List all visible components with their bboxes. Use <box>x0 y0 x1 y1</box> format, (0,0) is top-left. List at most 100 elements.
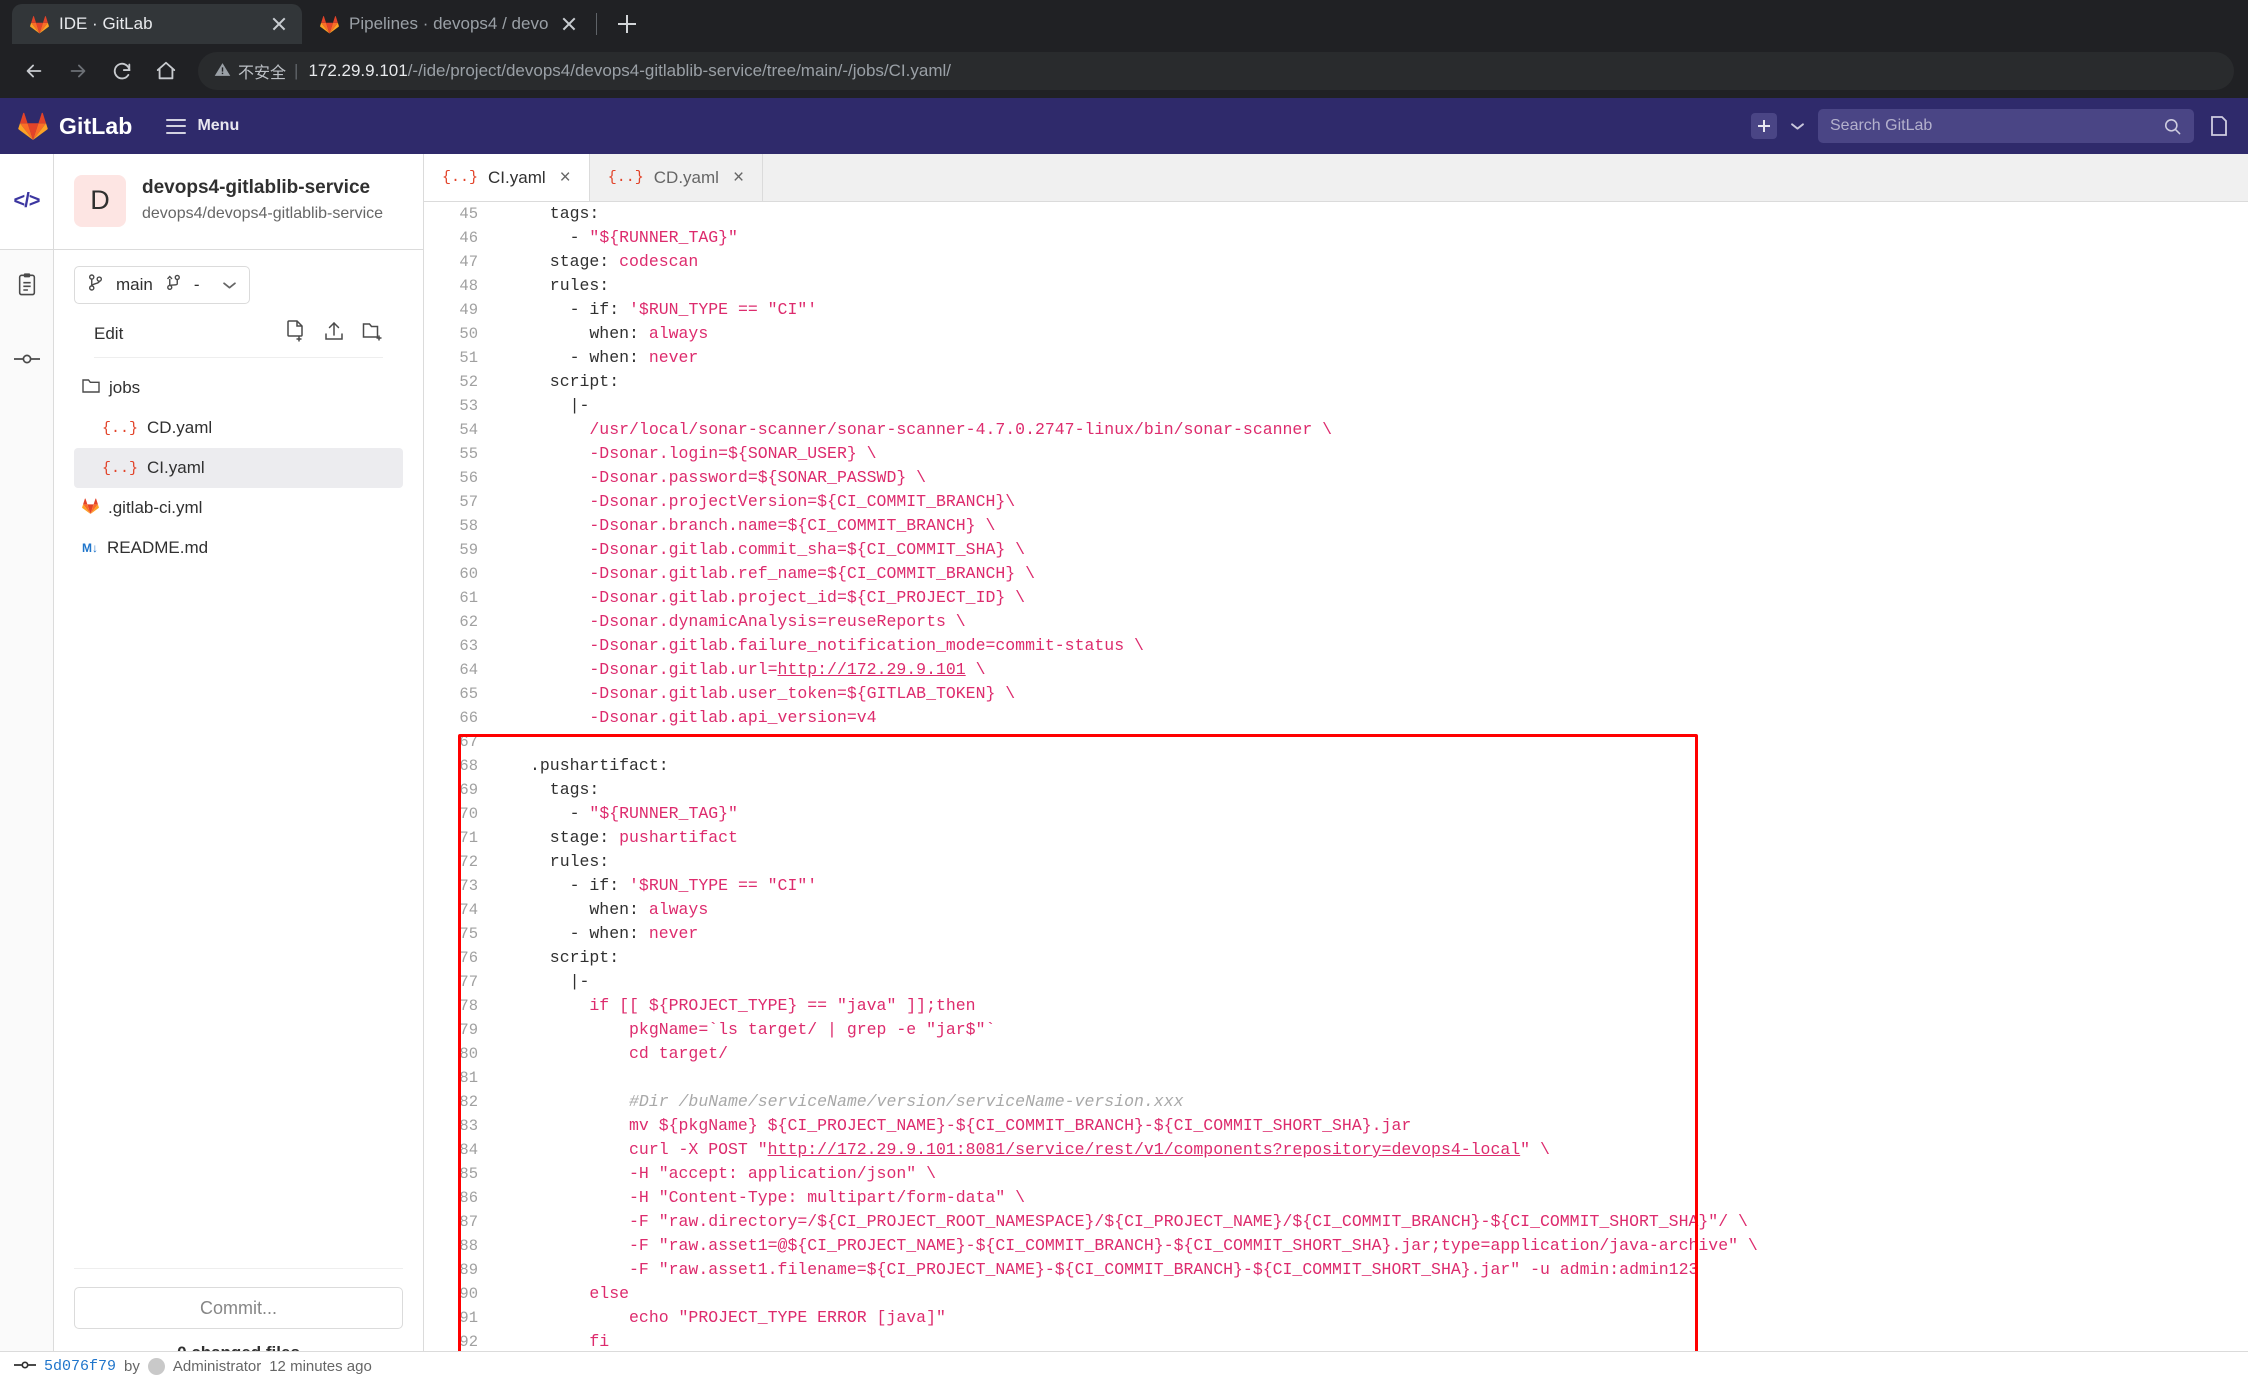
code-line[interactable]: 65 -Dsonar.gitlab.user_token=${GITLAB_TO… <box>424 682 2248 706</box>
code-token: if [[ ${PROJECT_TYPE} == "java" ]];then <box>530 996 976 1015</box>
close-icon[interactable] <box>558 13 580 35</box>
code-line[interactable]: 79 pkgName=`ls target/ | grep -e "jar$"` <box>424 1018 2248 1042</box>
code-line[interactable]: 91 echo "PROJECT_TYPE ERROR [java]" <box>424 1306 2248 1330</box>
chevron-down-icon[interactable] <box>1791 118 1804 134</box>
new-tab-button[interactable] <box>607 4 647 44</box>
code-line[interactable]: 50 when: always <box>424 322 2248 346</box>
activity-item-commit[interactable] <box>0 324 53 398</box>
line-number: 69 <box>459 781 478 799</box>
code-line[interactable]: 84 curl -X POST "http://172.29.9.101:808… <box>424 1138 2248 1162</box>
global-search[interactable] <box>1818 109 2194 143</box>
explorer-toolbar: Edit <box>94 314 383 358</box>
close-icon[interactable]: × <box>733 167 744 189</box>
tree-item-jobs[interactable]: jobs <box>74 368 403 408</box>
code-line[interactable]: 86 -H "Content-Type: multipart/form-data… <box>424 1186 2248 1210</box>
commit-sha[interactable]: 5d076f79 <box>44 1358 116 1375</box>
back-icon[interactable] <box>14 51 54 91</box>
code-line[interactable]: 56 -Dsonar.password=${SONAR_PASSWD} \ <box>424 466 2248 490</box>
code-line[interactable]: 60 -Dsonar.gitlab.ref_name=${CI_COMMIT_B… <box>424 562 2248 586</box>
code-token[interactable]: http://172.29.9.101 <box>778 660 966 679</box>
code-line[interactable]: 45 tags: <box>424 202 2248 226</box>
code-token[interactable]: http://172.29.9.101:8081/service/rest/v1… <box>768 1140 1521 1159</box>
browser-tab-pipelines[interactable]: Pipelines · devops4 / devops4- <box>302 4 592 44</box>
code-line[interactable]: 90 else <box>424 1282 2248 1306</box>
upload-file-icon[interactable] <box>324 320 344 347</box>
close-icon[interactable]: × <box>560 167 571 189</box>
code-line[interactable]: 83 mv ${pkgName} ${CI_PROJECT_NAME}-${CI… <box>424 1114 2248 1138</box>
code-line[interactable]: 70 - "${RUNNER_TAG}" <box>424 802 2248 826</box>
code-line[interactable]: 87 -F "raw.directory=/${CI_PROJECT_ROOT_… <box>424 1210 2248 1234</box>
code-line[interactable]: 69 tags: <box>424 778 2248 802</box>
new-directory-icon[interactable] <box>362 320 383 347</box>
activity-item-edit[interactable]: </> <box>0 154 53 250</box>
line-number: 86 <box>459 1189 478 1207</box>
code-line[interactable]: 77 |- <box>424 970 2248 994</box>
toggle-panel-icon[interactable] <box>2208 114 2230 138</box>
code-line[interactable]: 73 - if: '$RUN_TYPE == "CI"' <box>424 874 2248 898</box>
code-token: never <box>648 924 699 943</box>
tree-item-gitlab-ci-yml[interactable]: .gitlab-ci.yml <box>74 488 403 528</box>
reload-icon[interactable] <box>102 51 142 91</box>
chevron-down-icon[interactable] <box>223 278 236 293</box>
code-line[interactable]: 78 if [[ ${PROJECT_TYPE} == "java" ]];th… <box>424 994 2248 1018</box>
code-line[interactable]: 68 .pushartifact: <box>424 754 2248 778</box>
code-token: script: <box>530 372 620 391</box>
commit-button[interactable]: Commit... <box>74 1287 403 1329</box>
code-line[interactable]: 63 -Dsonar.gitlab.failure_notification_m… <box>424 634 2248 658</box>
home-icon[interactable] <box>146 51 186 91</box>
code-editor[interactable]: 45 tags: 46 - "${RUNNER_TAG}" 47 stage: co… <box>424 202 2248 1381</box>
activity-item-review[interactable] <box>0 250 53 324</box>
line-text: when: always <box>496 322 708 346</box>
code-line[interactable]: 66 -Dsonar.gitlab.api_version=v4 <box>424 706 2248 730</box>
code-line[interactable]: 82 #Dir /buName/serviceName/version/serv… <box>424 1090 2248 1114</box>
tree-item-cd-yaml[interactable]: {..} CD.yaml <box>74 408 403 448</box>
browser-tab-ide-gitlab[interactable]: IDE · GitLab <box>12 4 302 44</box>
search-input[interactable] <box>1830 117 2163 135</box>
code-scroll-container[interactable]: 45 tags: 46 - "${RUNNER_TAG}" 47 stage: co… <box>424 202 2248 1381</box>
code-line[interactable]: 88 -F "raw.asset1=@${CI_PROJECT_NAME}-${… <box>424 1234 2248 1258</box>
code-line[interactable]: 58 -Dsonar.branch.name=${CI_COMMIT_BRANC… <box>424 514 2248 538</box>
create-new-button[interactable] <box>1751 113 1777 139</box>
forward-icon[interactable] <box>58 51 98 91</box>
gitlab-home-link[interactable]: GitLab <box>18 112 132 140</box>
code-line[interactable]: 61 -Dsonar.gitlab.project_id=${CI_PROJEC… <box>424 586 2248 610</box>
code-line[interactable]: 46 - "${RUNNER_TAG}" <box>424 226 2248 250</box>
line-text: -H "Content-Type: multipart/form-data" \ <box>496 1186 1025 1210</box>
code-line[interactable]: 57 -Dsonar.projectVersion=${CI_COMMIT_BR… <box>424 490 2248 514</box>
new-file-icon[interactable] <box>286 320 306 347</box>
code-line[interactable]: 47 stage: codescan <box>424 250 2248 274</box>
line-text: echo "PROJECT_TYPE ERROR [java]" <box>496 1306 946 1330</box>
code-line[interactable]: 89 -F "raw.asset1.filename=${CI_PROJECT_… <box>424 1258 2248 1282</box>
close-icon[interactable] <box>268 13 290 35</box>
editor-tab-ci-yaml[interactable]: {..} CI.yaml × <box>424 154 590 201</box>
code-line[interactable]: 67 <box>424 730 2248 754</box>
editor-tabbar: {..} CI.yaml × {..} CD.yaml × <box>424 154 2248 202</box>
line-text: script: <box>496 946 619 970</box>
code-line[interactable]: 81 <box>424 1066 2248 1090</box>
code-line[interactable]: 52 script: <box>424 370 2248 394</box>
code-line[interactable]: 72 rules: <box>424 850 2248 874</box>
code-line[interactable]: 53 |- <box>424 394 2248 418</box>
code-line[interactable]: 55 -Dsonar.login=${SONAR_USER} \ <box>424 442 2248 466</box>
code-line[interactable]: 80 cd target/ <box>424 1042 2248 1066</box>
tree-item-readme-md[interactable]: M↓ README.md <box>74 528 403 568</box>
editor-tab-cd-yaml[interactable]: {..} CD.yaml × <box>589 154 764 201</box>
code-line[interactable]: 64 -Dsonar.gitlab.url=http://172.29.9.10… <box>424 658 2248 682</box>
code-line[interactable]: 59 -Dsonar.gitlab.commit_sha=${CI_COMMIT… <box>424 538 2248 562</box>
code-token: always <box>648 324 709 343</box>
address-bar[interactable]: 不安全 | 172.29.9.101 /-/ide/project/devops… <box>198 52 2234 90</box>
code-line[interactable]: 51 - when: never <box>424 346 2248 370</box>
code-line[interactable]: 62 -Dsonar.dynamicAnalysis=reuseReports … <box>424 610 2248 634</box>
code-line[interactable]: 71 stage: pushartifact <box>424 826 2248 850</box>
code-line[interactable]: 85 -H "accept: application/json" \ <box>424 1162 2248 1186</box>
code-line[interactable]: 75 - when: never <box>424 922 2248 946</box>
code-line[interactable]: 48 rules: <box>424 274 2248 298</box>
code-line[interactable]: 49 - if: '$RUN_TYPE == "CI"' <box>424 298 2248 322</box>
code-line[interactable]: 54 /usr/local/sonar-scanner/sonar-scanne… <box>424 418 2248 442</box>
code-line[interactable]: 74 when: always <box>424 898 2248 922</box>
code-line[interactable]: 76 script: <box>424 946 2248 970</box>
branch-selector[interactable]: main - <box>74 266 250 304</box>
tree-item-label: jobs <box>109 378 141 397</box>
main-menu-button[interactable]: Menu <box>166 117 239 135</box>
tree-item-ci-yaml[interactable]: {..} CI.yaml <box>74 448 403 488</box>
